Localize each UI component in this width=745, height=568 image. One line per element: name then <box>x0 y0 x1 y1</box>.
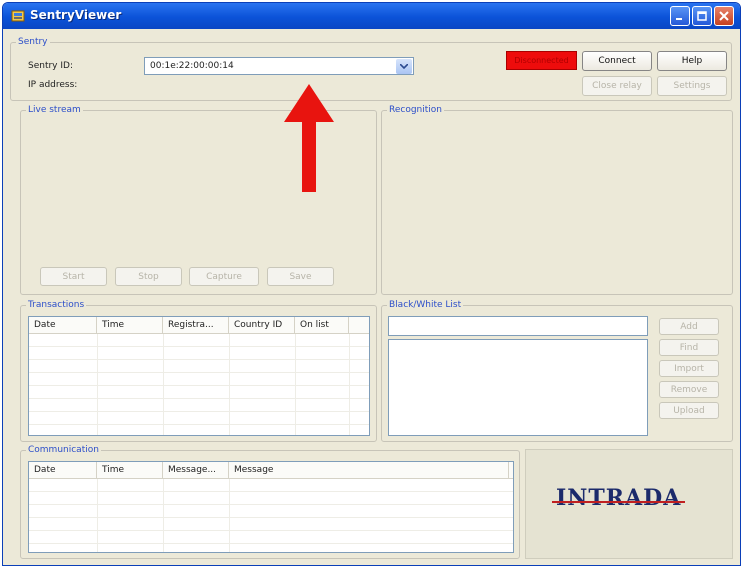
app-window: SentryViewer Sentry Sentry ID: 00:1e:22:… <box>2 2 741 566</box>
table-row[interactable] <box>29 412 369 425</box>
table-row[interactable] <box>29 425 369 435</box>
app-icon <box>11 10 25 22</box>
sentry-id-value: 00:1e:22:00:00:14 <box>150 61 234 71</box>
transactions-table[interactable]: Date Time Registra... Country ID On list <box>28 316 370 436</box>
close-icon <box>719 11 729 21</box>
close-button[interactable] <box>714 6 734 26</box>
transactions-rows <box>29 334 369 435</box>
table-row[interactable] <box>29 544 513 552</box>
connect-button[interactable]: Connect <box>582 51 652 71</box>
sentry-legend: Sentry <box>18 37 48 47</box>
upload-button[interactable]: Upload <box>659 402 719 419</box>
maximize-button[interactable] <box>692 6 712 26</box>
column-header-registration[interactable]: Registra... <box>163 317 229 333</box>
sentry-id-label: Sentry ID: <box>28 61 73 71</box>
communication-header: Date Time Message... Message <box>29 462 513 479</box>
column-header-date[interactable]: Date <box>29 462 97 478</box>
column-header-message-short[interactable]: Message... <box>163 462 229 478</box>
table-row[interactable] <box>29 492 513 505</box>
import-button[interactable]: Import <box>659 360 719 377</box>
chevron-down-icon <box>400 64 408 69</box>
transactions-legend: Transactions <box>28 300 85 310</box>
black-white-listbox[interactable] <box>388 339 648 436</box>
table-row[interactable] <box>29 334 369 347</box>
window-title: SentryViewer <box>30 8 122 22</box>
save-button[interactable]: Save <box>267 267 334 286</box>
start-button[interactable]: Start <box>40 267 107 286</box>
intrada-logo: INTRADA <box>551 485 686 511</box>
stop-button[interactable]: Stop <box>115 267 182 286</box>
dropdown-button[interactable] <box>396 59 412 74</box>
table-row[interactable] <box>29 386 369 399</box>
title-bar[interactable]: SentryViewer <box>3 3 740 29</box>
column-header-time[interactable]: Time <box>97 462 163 478</box>
column-header-message[interactable]: Message <box>229 462 509 478</box>
capture-button[interactable]: Capture <box>189 267 259 286</box>
live-stream-legend: Live stream <box>28 105 81 115</box>
column-header-country-id[interactable]: Country ID <box>229 317 295 333</box>
ip-address-label: IP address: <box>28 80 78 90</box>
table-row[interactable] <box>29 373 369 386</box>
column-header-date[interactable]: Date <box>29 317 97 333</box>
communication-rows <box>29 479 513 552</box>
maximize-icon <box>697 11 707 21</box>
table-row[interactable] <box>29 479 513 492</box>
add-button[interactable]: Add <box>659 318 719 335</box>
table-row[interactable] <box>29 347 369 360</box>
logo-panel: INTRADA <box>525 449 733 559</box>
find-button[interactable]: Find <box>659 339 719 356</box>
table-row[interactable] <box>29 360 369 373</box>
close-relay-button[interactable]: Close relay <box>582 76 652 96</box>
communication-legend: Communication <box>28 445 99 455</box>
column-header-time[interactable]: Time <box>97 317 163 333</box>
arrow-up-icon <box>284 84 334 192</box>
table-row[interactable] <box>29 505 513 518</box>
remove-button[interactable]: Remove <box>659 381 719 398</box>
help-button[interactable]: Help <box>657 51 727 71</box>
status-badge: Disconnected <box>506 51 577 70</box>
settings-button[interactable]: Settings <box>657 76 727 96</box>
sentry-id-select[interactable]: 00:1e:22:00:00:14 <box>144 57 414 75</box>
recognition-legend: Recognition <box>389 105 442 115</box>
table-row[interactable] <box>29 399 369 412</box>
transactions-header: Date Time Registra... Country ID On list <box>29 317 369 334</box>
list-entry-input[interactable] <box>388 316 648 336</box>
minimize-icon <box>676 18 682 20</box>
recognition-group: Recognition <box>381 105 733 295</box>
column-header-on-list[interactable]: On list <box>295 317 349 333</box>
client-area: Sentry Sentry ID: 00:1e:22:00:00:14 IP a… <box>7 29 736 561</box>
communication-table[interactable]: Date Time Message... Message <box>28 461 514 553</box>
minimize-button[interactable] <box>670 6 690 26</box>
table-row[interactable] <box>29 531 513 544</box>
table-row[interactable] <box>29 518 513 531</box>
black-white-list-legend: Black/White List <box>389 300 462 310</box>
